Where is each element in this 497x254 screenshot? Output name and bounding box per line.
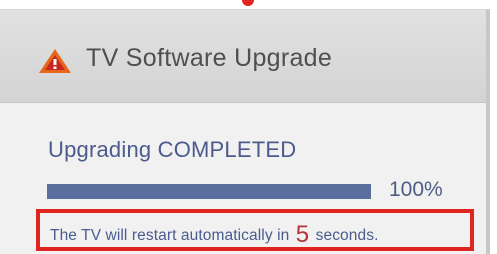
restart-message-prefix: The TV will restart automatically in <box>50 227 290 244</box>
warning-icon <box>38 48 72 74</box>
upgrade-progress-bar <box>47 184 371 199</box>
dialog-header: TV Software Upgrade <box>0 10 486 103</box>
software-upgrade-dialog: TV Software Upgrade Upgrading COMPLETED … <box>0 9 490 254</box>
restart-countdown: 5 <box>295 221 310 248</box>
restart-message-suffix: seconds. <box>315 227 379 244</box>
restart-notice-highlight: The TV will restart automatically in 5 s… <box>36 209 474 251</box>
highlight-mark <box>242 0 254 6</box>
restart-message: The TV will restart automatically in 5 s… <box>50 221 378 249</box>
progress-percent-label: 100% <box>389 178 443 201</box>
upgrade-progress-fill <box>47 184 371 199</box>
upgrade-status-text: Upgrading COMPLETED <box>48 137 297 162</box>
dialog-title: TV Software Upgrade <box>86 44 333 72</box>
